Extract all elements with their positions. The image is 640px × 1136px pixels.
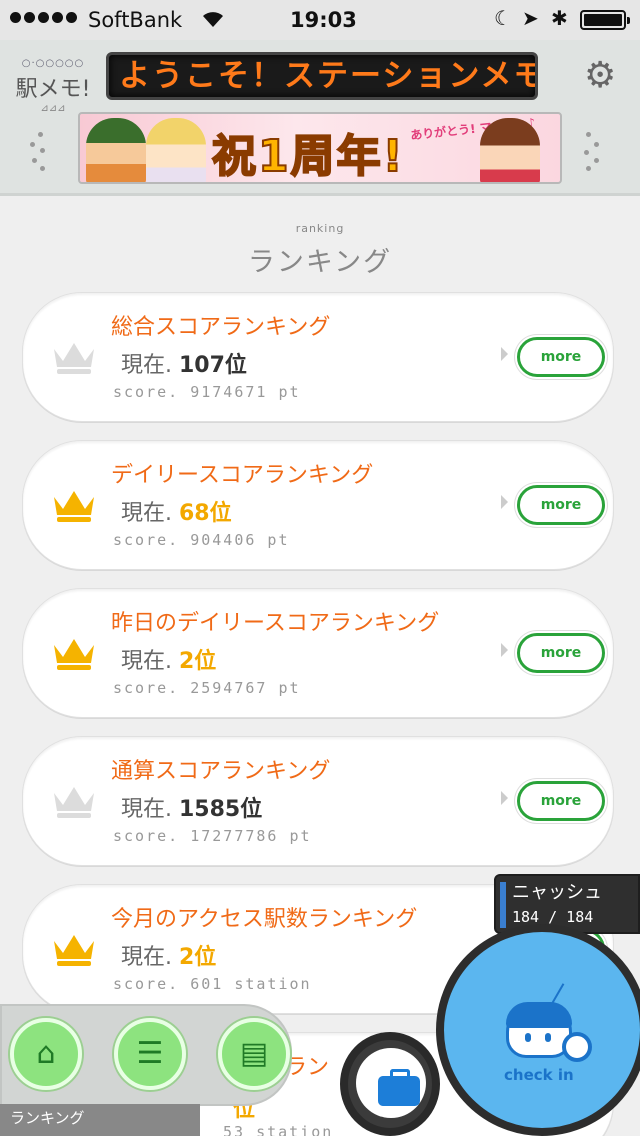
crown-icon: [51, 931, 97, 967]
section-subtitle: ranking: [295, 222, 345, 235]
app-header: ○·○○○○○ 駅メモ! ⊿⊿⊿ ようこそ！ステーションメモ ⚙ 祝1周年! あ…: [0, 40, 640, 196]
briefcase-icon: [378, 1069, 420, 1106]
crown-icon: [51, 487, 97, 523]
checkin-button[interactable]: check in: [436, 924, 640, 1136]
anniversary-banner[interactable]: 祝1周年! ありがとう! マスター♪: [78, 112, 562, 184]
mascot-eye: [525, 1033, 531, 1042]
left-dots-decoration: [30, 132, 50, 174]
ranking-card[interactable]: 通算スコアランキング 現在. 1585位 score. 17277786 pt …: [22, 736, 614, 866]
mascot-eye: [545, 1033, 551, 1042]
character-image: [146, 118, 206, 182]
score-text: score. 601 station: [113, 975, 312, 993]
logo-name: 駅メモ!: [15, 77, 91, 102]
score-text: score. 9174671 pt: [113, 383, 301, 401]
ranking-title: デイリースコアランキング: [111, 463, 374, 488]
gear-icon[interactable]: ⚙: [584, 58, 616, 94]
bluetooth-icon: ✱: [551, 6, 568, 30]
right-dots-decoration: [582, 132, 602, 174]
wifi-icon: [200, 7, 226, 34]
rank-value: 107位: [179, 353, 247, 378]
chevron-right-icon: [501, 347, 508, 361]
crown-icon: [51, 339, 97, 375]
score-text: 53 station: [223, 1123, 334, 1136]
location-icon: ➤: [522, 6, 539, 30]
train-list-icon[interactable]: ☰: [114, 1018, 186, 1090]
current-rank: 現在. 2位: [121, 945, 217, 970]
current-rank: 現在. 2位: [121, 649, 217, 674]
ranking-title: 昨日のデイリースコアランキング: [111, 611, 440, 636]
crown-icon: [51, 783, 97, 819]
chevron-right-icon: [501, 643, 508, 657]
wheel-icon: [562, 1032, 592, 1062]
page-title: ランキング: [247, 247, 393, 278]
current-rank: 現在. 1585位: [121, 797, 263, 822]
rank-value: 1585位: [179, 797, 263, 822]
ranking-title: 今月のアクセス駅数ランキング: [111, 907, 418, 932]
chevron-right-icon: [501, 791, 508, 805]
more-button[interactable]: more: [517, 781, 605, 821]
ranking-card[interactable]: 総合スコアランキング 現在. 107位 score. 9174671 pt mo…: [22, 292, 614, 422]
mascot-hair: [506, 1002, 572, 1028]
rank-value: 68位: [179, 501, 232, 526]
banner-title: 祝1周年!: [211, 130, 405, 182]
ranking-card[interactable]: デイリースコアランキング 現在. 68位 score. 904406 pt mo…: [22, 440, 614, 570]
home-icon[interactable]: ⌂: [10, 1018, 82, 1090]
crown-icon: [51, 635, 97, 671]
message-marquee: ようこそ！ステーションメモ: [106, 52, 538, 100]
logo-decoration: ○·○○○○○: [21, 58, 85, 69]
more-button[interactable]: more: [517, 337, 605, 377]
more-button[interactable]: more: [517, 485, 605, 525]
partner-count: 184 / 184: [512, 908, 594, 926]
character-image: [480, 118, 540, 182]
bottom-nav: ⌂ ☰ ▤: [0, 1004, 292, 1106]
current-screen-label: ランキング: [0, 1104, 200, 1136]
rank-value: 2位: [179, 945, 217, 970]
character-image: [86, 118, 146, 182]
partner-tag[interactable]: ニャッシュ 184 / 184: [494, 874, 640, 934]
clock: 19:03: [290, 8, 357, 32]
score-text: score. 17277786 pt: [113, 827, 312, 845]
do-not-disturb-icon: ☾: [494, 6, 512, 30]
partner-name: ニャッシュ: [512, 882, 602, 903]
ranking-title: 通算スコアランキング: [111, 759, 331, 784]
checkin-label: check in: [504, 1066, 574, 1084]
signal-strength-icon: [10, 12, 77, 23]
ranking-title: 総合スコアランキング: [111, 315, 331, 340]
item-case-button[interactable]: [340, 1032, 440, 1136]
item-case-bg: [356, 1048, 426, 1118]
score-text: score. 904406 pt: [113, 531, 290, 549]
ranking-card[interactable]: 昨日のデイリースコアランキング 現在. 2位 score. 2594767 pt…: [22, 588, 614, 718]
partner-color-bar: [500, 882, 506, 928]
current-rank: 現在. 107位: [121, 353, 247, 378]
current-rank: 現在. 68位: [121, 501, 232, 526]
rank-value: 2位: [179, 649, 217, 674]
status-bar: SoftBank 19:03 ☾ ➤ ✱: [0, 0, 640, 40]
chevron-right-icon: [501, 495, 508, 509]
battery-icon: [580, 10, 630, 30]
more-button[interactable]: more: [517, 633, 605, 673]
score-text: score. 2594767 pt: [113, 679, 301, 697]
station-list-icon[interactable]: ▤: [218, 1018, 290, 1090]
carrier-name: SoftBank: [88, 8, 183, 32]
